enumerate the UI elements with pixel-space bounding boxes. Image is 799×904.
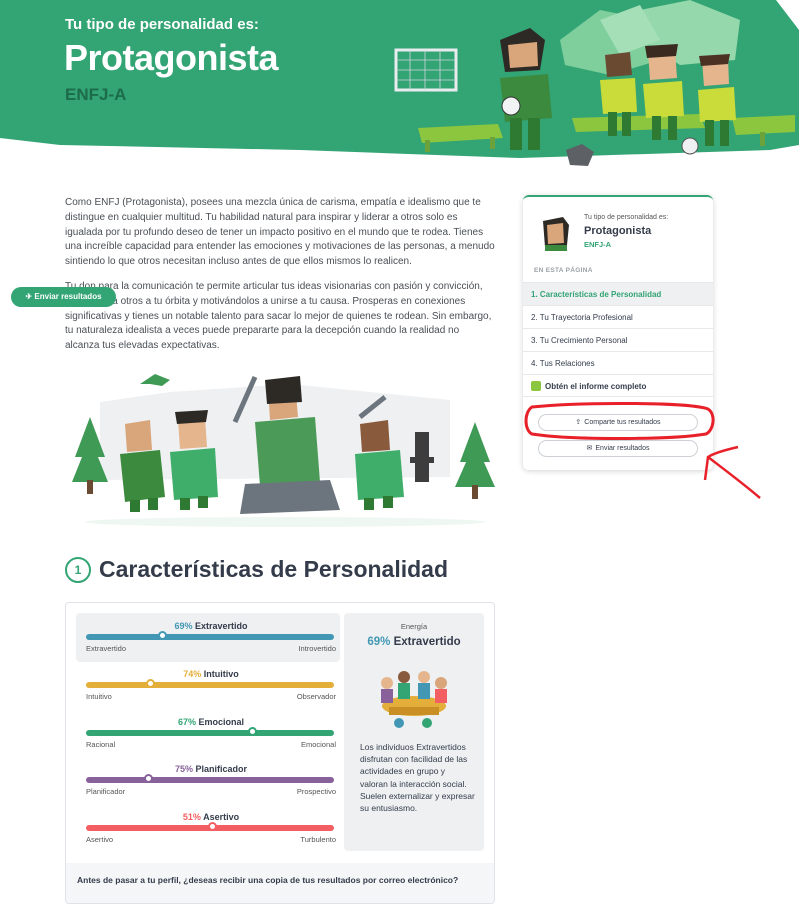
trait-label: 67% Emocional [177,717,245,727]
trait-bar [86,777,334,783]
trait-right-label: Observador [296,692,336,701]
on-this-page-label: EN ESTA PÁGINA [534,267,593,274]
hero-banner: Tu tipo de personalidad es: Protagonista… [0,0,799,170]
section-number: 1 [65,557,91,583]
trait-marker [207,822,217,831]
trait-bar [86,730,334,736]
trait-description: Los individuos Extravertidos disfrutan c… [360,742,475,814]
send-results-button[interactable]: ✈ Enviar resultados [11,287,116,307]
full-report-label: Obtén el informe completo [545,382,647,391]
share-results-button[interactable]: ⇪ Comparte tus resultados [538,414,698,431]
trait-marker [145,679,155,688]
widget-subtitle: Tu tipo de personalidad es: [584,214,669,221]
nav-item-relationships[interactable]: 4. Tus Relaciones [523,351,713,374]
hero-subtitle: Tu tipo de personalidad es: [65,16,259,33]
share-icon: ⇪ [575,419,582,426]
trait-label: 69% Extravertido [174,621,248,631]
section-title: Características de Personalidad [99,556,448,582]
trait-left-label: Planificador [86,787,126,796]
trait-label: 75% Planificador [174,764,248,774]
intro-paragraph-1: Como ENFJ (Protagonista), posees una mez… [65,197,495,268]
trait-marker [247,727,257,736]
send-icon: ✈ [25,292,33,301]
trait-left-label: Extravertido [86,644,127,653]
email-results-label: Enviar resultados [595,445,650,452]
email-prompt: Antes de pasar a tu perfil, ¿deseas reci… [66,863,494,903]
trait-bar [86,634,334,640]
send-results-label: Enviar resultados [34,292,102,301]
share-results-label: Comparte tus resultados [584,419,661,426]
party-table-illustration [381,671,447,728]
trait-right-label: Turbulento [300,835,336,844]
widget-title: Protagonista [584,225,652,237]
widget-code: ENFJ-A [584,240,612,249]
nav-item-full-report[interactable]: Obtén el informe completo [523,374,713,397]
trait-right-label: Introvertido [298,644,336,653]
trait-label: 51% Asertivo [182,812,240,822]
trait-category: Energía [400,622,428,631]
trait-label: 74% Intuitivo [183,669,239,679]
nav-item-characteristics[interactable]: 1. Características de Personalidad [523,282,713,305]
personality-title: Protagonista [64,37,279,78]
intro-paragraph-2: Tu don para la comunicación te permite a… [65,280,492,352]
nav-item-growth[interactable]: 3. Tu Crecimiento Personal [523,328,713,351]
trait-detail-title: 69% Extravertido [367,636,461,648]
nav-item-career[interactable]: 2. Tu Trayectoria Profesional [523,305,713,328]
report-icon [531,380,541,391]
trait-left-label: Intuitivo [86,692,112,701]
trait-detail-panel: Energía 69% Extravertido Los individuos … [344,613,484,851]
traits-card: 69% Extravertido Extravertido Introverti… [65,602,495,904]
trait-right-label: Emocional [300,740,336,749]
email-results-button[interactable]: ✉ Enviar resultados [538,440,698,457]
personality-code: ENFJ-A [65,85,127,104]
intro-text: Como ENFJ (Protagonista), posees una mez… [65,196,495,364]
avatar [543,217,569,251]
trait-bar [86,682,334,688]
heroes-illustration [72,374,495,527]
email-prompt-text: Antes de pasar a tu perfil, ¿deseas reci… [77,875,459,885]
trait-left-label: Racional [86,740,116,749]
trait-left-label: Asertivo [86,835,114,844]
trait-right-label: Prospectivo [296,787,336,796]
mail-icon: ✉ [586,445,593,452]
page-summary-widget: Tu tipo de personalidad es: Protagonista… [523,195,713,470]
trait-marker [143,774,153,783]
